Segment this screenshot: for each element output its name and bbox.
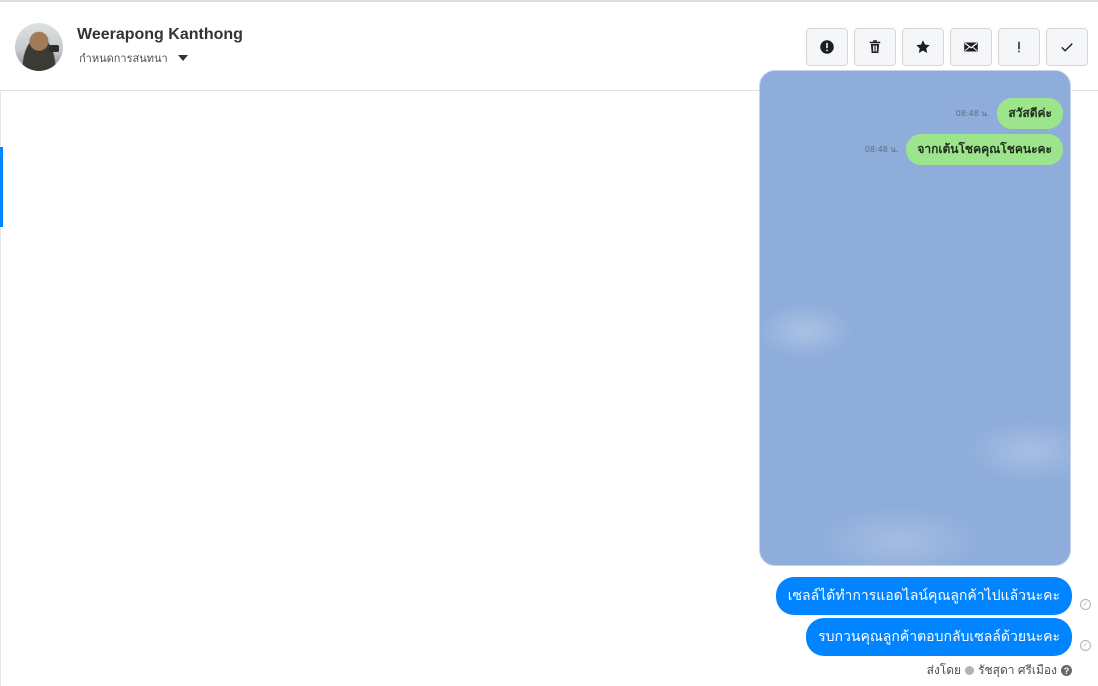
mark-unread-button[interactable]: [950, 28, 992, 66]
message-bubble: สวัสดีค่ะ: [997, 98, 1063, 129]
delete-button[interactable]: [854, 28, 896, 66]
image-attachment[interactable]: 08:48 น. สวัสดีค่ะ 08:48 น. จากเต้นโชคคุ…: [759, 70, 1071, 566]
sent-by-label: ส่งโดย: [926, 663, 962, 677]
caret-down-icon: [177, 55, 188, 61]
star-button[interactable]: [902, 28, 944, 66]
alert-circle-icon: [820, 40, 834, 54]
sent-by-info: ส่งโดย รัชสุดา ศรีเมือง ?: [927, 661, 1072, 680]
mark-spam-button[interactable]: [806, 28, 848, 66]
assign-conversation-dropdown[interactable]: กำหนดการสนทนา: [79, 49, 188, 67]
sender-avatar: [965, 666, 975, 675]
contact-avatar[interactable]: [15, 23, 63, 71]
assign-label: กำหนดการสนทนา: [79, 52, 168, 65]
message-bubble[interactable]: รบกวนคุณลูกค้าตอบกลับเซลล์ด้วยนะคะ: [806, 618, 1072, 656]
contact-name[interactable]: Weerapong Kanthong: [77, 26, 243, 44]
envelope-icon: [964, 42, 978, 52]
follow-up-button[interactable]: [998, 28, 1040, 66]
attachment-message: 08:48 น. จากเต้นโชคคุณโชคนะคะ: [865, 134, 1063, 165]
seen-check-icon: ✓: [1080, 599, 1091, 610]
mark-done-button[interactable]: [1046, 28, 1088, 66]
star-icon: [916, 40, 930, 53]
message-bubble: จากเต้นโชคคุณโชคนะคะ: [906, 134, 1063, 165]
sender-name[interactable]: รัชสุดา ศรีเมือง: [978, 661, 1057, 680]
message-bubble[interactable]: เซลล์ได้ทำการแอดไลน์คุณลูกค้าไปแล้วนะคะ: [775, 577, 1072, 615]
check-icon: [1061, 43, 1073, 52]
help-icon[interactable]: ?: [1061, 665, 1072, 676]
seen-check-icon: ✓: [1080, 640, 1091, 651]
exclamation-icon: [1018, 41, 1020, 53]
trash-icon: [869, 40, 881, 53]
attachment-message: 08:48 น. สวัสดีค่ะ: [956, 98, 1063, 129]
active-indicator: [0, 147, 3, 227]
message-row: เซลล์ได้ทำการแอดไลน์คุณลูกค้าไปแล้วนะคะ: [775, 577, 1072, 615]
header-actions: [806, 28, 1088, 66]
message-row: รบกวนคุณลูกค้าตอบกลับเซลล์ด้วยนะคะ: [806, 618, 1072, 656]
message-time: 08:48 น.: [864, 145, 899, 154]
message-time: 08:48 น.: [955, 109, 990, 118]
